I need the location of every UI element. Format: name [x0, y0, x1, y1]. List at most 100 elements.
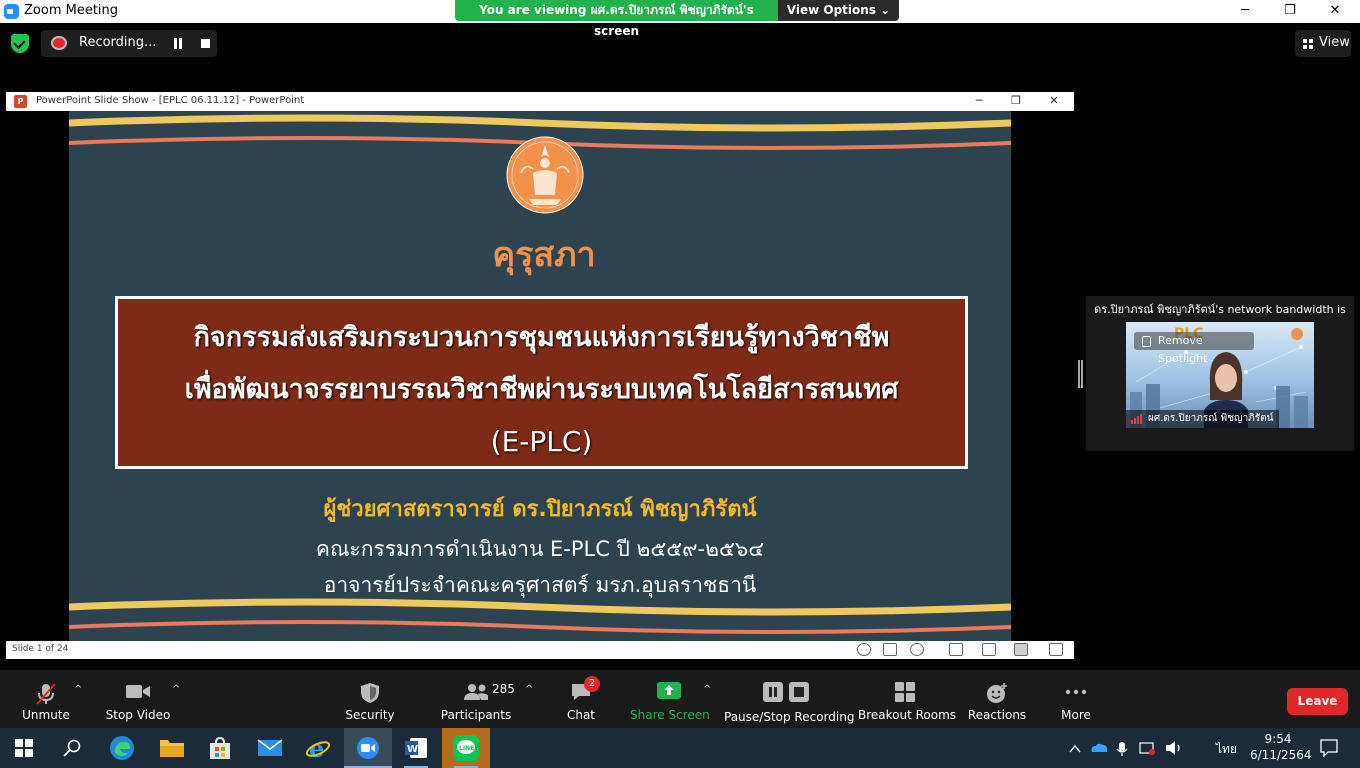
video-camera-icon	[126, 685, 150, 698]
notifications-button[interactable]	[1306, 728, 1354, 768]
edge-browser-icon	[110, 736, 134, 760]
taskbar-store[interactable]	[196, 728, 244, 768]
recording-icon	[51, 36, 67, 50]
breakout-rooms-icon	[895, 682, 915, 702]
search-icon	[63, 739, 81, 757]
folder-icon	[160, 740, 184, 757]
store-bag-icon	[210, 736, 230, 759]
taskbar-line[interactable]: LINE	[442, 728, 490, 768]
previous-slide-icon[interactable]	[857, 643, 871, 656]
chat-unread-badge: 2	[584, 676, 600, 692]
presenter-name: ผู้ช่วยศาสตราจารย์ ดร.ปิยาภรณ์ พิชญาภิรั…	[323, 497, 757, 522]
powerpoint-window: P PowerPoint Slide Show - [EPLC 06.11.12…	[6, 92, 1074, 659]
windows-logo-icon	[15, 739, 33, 757]
slide-title-box: กิจกรรมส่งเสริมกระบวนการชุมชนแห่งการเรีย…	[115, 296, 968, 469]
microphone-muted-icon	[36, 683, 56, 705]
participant-name: ผศ.ดร.ปิยาภรณ์ พิชญาภิรัตน์	[1148, 413, 1274, 424]
more-button[interactable]: More	[1050, 670, 1102, 728]
security-button[interactable]: Security	[340, 670, 400, 728]
reading-view-icon[interactable]	[1014, 643, 1028, 656]
mail-envelope-icon	[257, 739, 283, 756]
taskbar-edge[interactable]	[98, 728, 146, 768]
minimize-button[interactable]: ─	[1222, 0, 1268, 23]
meeting-controls-bar: Unmute ^ Stop Video ^ Security 285 Parti…	[0, 670, 1360, 728]
slide-sorter-icon[interactable]	[982, 643, 996, 656]
svg-text:W: W	[407, 744, 418, 755]
pause-stop-recording-label: Pause/Stop Recording	[724, 710, 855, 724]
participants-label: Participants	[440, 708, 512, 722]
participants-button[interactable]: 285 Participants	[440, 670, 515, 728]
khurusapha-seal-icon	[506, 136, 584, 214]
clock-time: 9:54	[1264, 732, 1292, 746]
leave-button[interactable]: Leave	[1287, 688, 1348, 715]
participants-count: 285	[492, 682, 515, 696]
input-language-indicator[interactable]: ไทย	[1216, 740, 1237, 760]
reactions-button[interactable]: Reactions	[966, 670, 1028, 728]
security-shield-icon	[361, 683, 379, 703]
powerpoint-window-title: PowerPoint Slide Show - [EPLC 06.11.12] …	[36, 95, 305, 106]
video-options-caret[interactable]: ^	[172, 684, 180, 695]
taskbar-mail[interactable]	[246, 728, 294, 768]
stop-video-button[interactable]: Stop Video	[103, 670, 173, 728]
taskbar-file-explorer[interactable]	[148, 728, 196, 768]
security-label: Security	[345, 708, 395, 722]
audio-options-caret[interactable]: ^	[74, 684, 82, 695]
view-options-button[interactable]: View Options ⌄	[778, 0, 899, 21]
chat-label: Chat	[566, 708, 596, 722]
clock[interactable]: 9:54 6/11/2564	[1250, 728, 1312, 768]
chat-button[interactable]: 2 Chat	[556, 670, 606, 728]
taskbar-internet-explorer[interactable]: e	[294, 728, 342, 768]
unmute-label: Unmute	[22, 708, 70, 722]
windows-taskbar: e W LINE ไทย 9:54 6/11/2564	[0, 728, 1360, 768]
participants-options-caret[interactable]: ^	[525, 684, 533, 695]
slide-show-icon[interactable]	[1049, 643, 1063, 656]
stop-recording-icon[interactable]	[201, 39, 210, 48]
powerpoint-status-bar: Slide 1 of 24	[6, 641, 1074, 659]
ppt-minimize-button[interactable]: ─	[961, 92, 997, 111]
taskbar-zoom[interactable]	[344, 728, 392, 768]
taskbar-word[interactable]: W	[392, 728, 440, 768]
reactions-label: Reactions	[967, 708, 1027, 722]
powerpoint-title-bar: P PowerPoint Slide Show - [EPLC 06.11.12…	[6, 92, 1074, 111]
title-bar: Zoom Meeting You are viewing ผศ.ดร.ปิยาภ…	[0, 0, 1360, 38]
view-label: View	[1319, 35, 1350, 50]
ppt-close-button[interactable]: ✕	[1036, 92, 1072, 111]
view-button[interactable]: View	[1295, 30, 1351, 57]
panel-splitter-handle[interactable]	[1078, 360, 1083, 388]
breakout-rooms-label: Breakout Rooms	[858, 708, 957, 722]
start-button[interactable]	[0, 728, 48, 768]
system-tray-icons	[1066, 728, 1226, 768]
signal-strength-icon	[1131, 414, 1143, 424]
recording-label: Recording...	[79, 35, 157, 50]
presenter-committee: คณะกรรมการดำเนินงาน E-PLC ปี ๒๕๕๙-๒๕๖๔	[315, 537, 765, 561]
maximize-button[interactable]: ❐	[1267, 0, 1313, 23]
pause-recording-icon[interactable]	[173, 38, 183, 49]
encryption-shield-icon[interactable]	[11, 34, 29, 53]
speaker-video-panel: ดร.ปิยาภรณ์ พิชญาภิรัตน์'s network bandw…	[1086, 296, 1354, 451]
grid-view-icon	[1303, 39, 1313, 49]
share-screen-button[interactable]: Share Screen	[630, 670, 710, 728]
word-icon: W	[405, 738, 427, 758]
breakout-rooms-button[interactable]: Breakout Rooms	[858, 670, 957, 728]
window-title: Zoom Meeting	[24, 3, 119, 18]
close-button[interactable]: ✕	[1312, 0, 1358, 23]
ppt-maximize-button[interactable]: ❐	[998, 92, 1034, 111]
notification-center-icon	[1320, 739, 1338, 757]
internet-explorer-icon: e	[305, 735, 331, 761]
slide-menu-icon[interactable]	[883, 643, 897, 656]
slide-title-line-1: กิจกรรมส่งเสริมกระบวนการชุมชนแห่งการเรีย…	[193, 322, 890, 353]
normal-view-icon[interactable]	[949, 643, 963, 656]
zoom-icon	[357, 737, 379, 759]
reactions-smiley-icon	[987, 683, 1007, 703]
participant-name-tag: ผศ.ดร.ปิยาภรณ์ พิชญาภิรัตน์	[1126, 410, 1280, 428]
next-slide-icon[interactable]	[910, 643, 924, 656]
organization-name: คุรุสภา	[492, 235, 596, 275]
stop-video-label: Stop Video	[105, 708, 171, 722]
unmute-button[interactable]: Unmute	[16, 670, 76, 728]
pause-stop-icon	[763, 682, 809, 702]
share-options-caret[interactable]: ^	[703, 684, 711, 695]
remove-spotlight-button[interactable]: Remove Spotlight	[1134, 332, 1254, 365]
pause-stop-recording-button[interactable]: Pause/Stop Recording	[724, 670, 855, 728]
participant-video-tile[interactable]: PLC Remove Spotlight ผศ.ดร.ปิยาภรณ์ พิชญ…	[1126, 322, 1314, 428]
search-button[interactable]	[48, 728, 96, 768]
